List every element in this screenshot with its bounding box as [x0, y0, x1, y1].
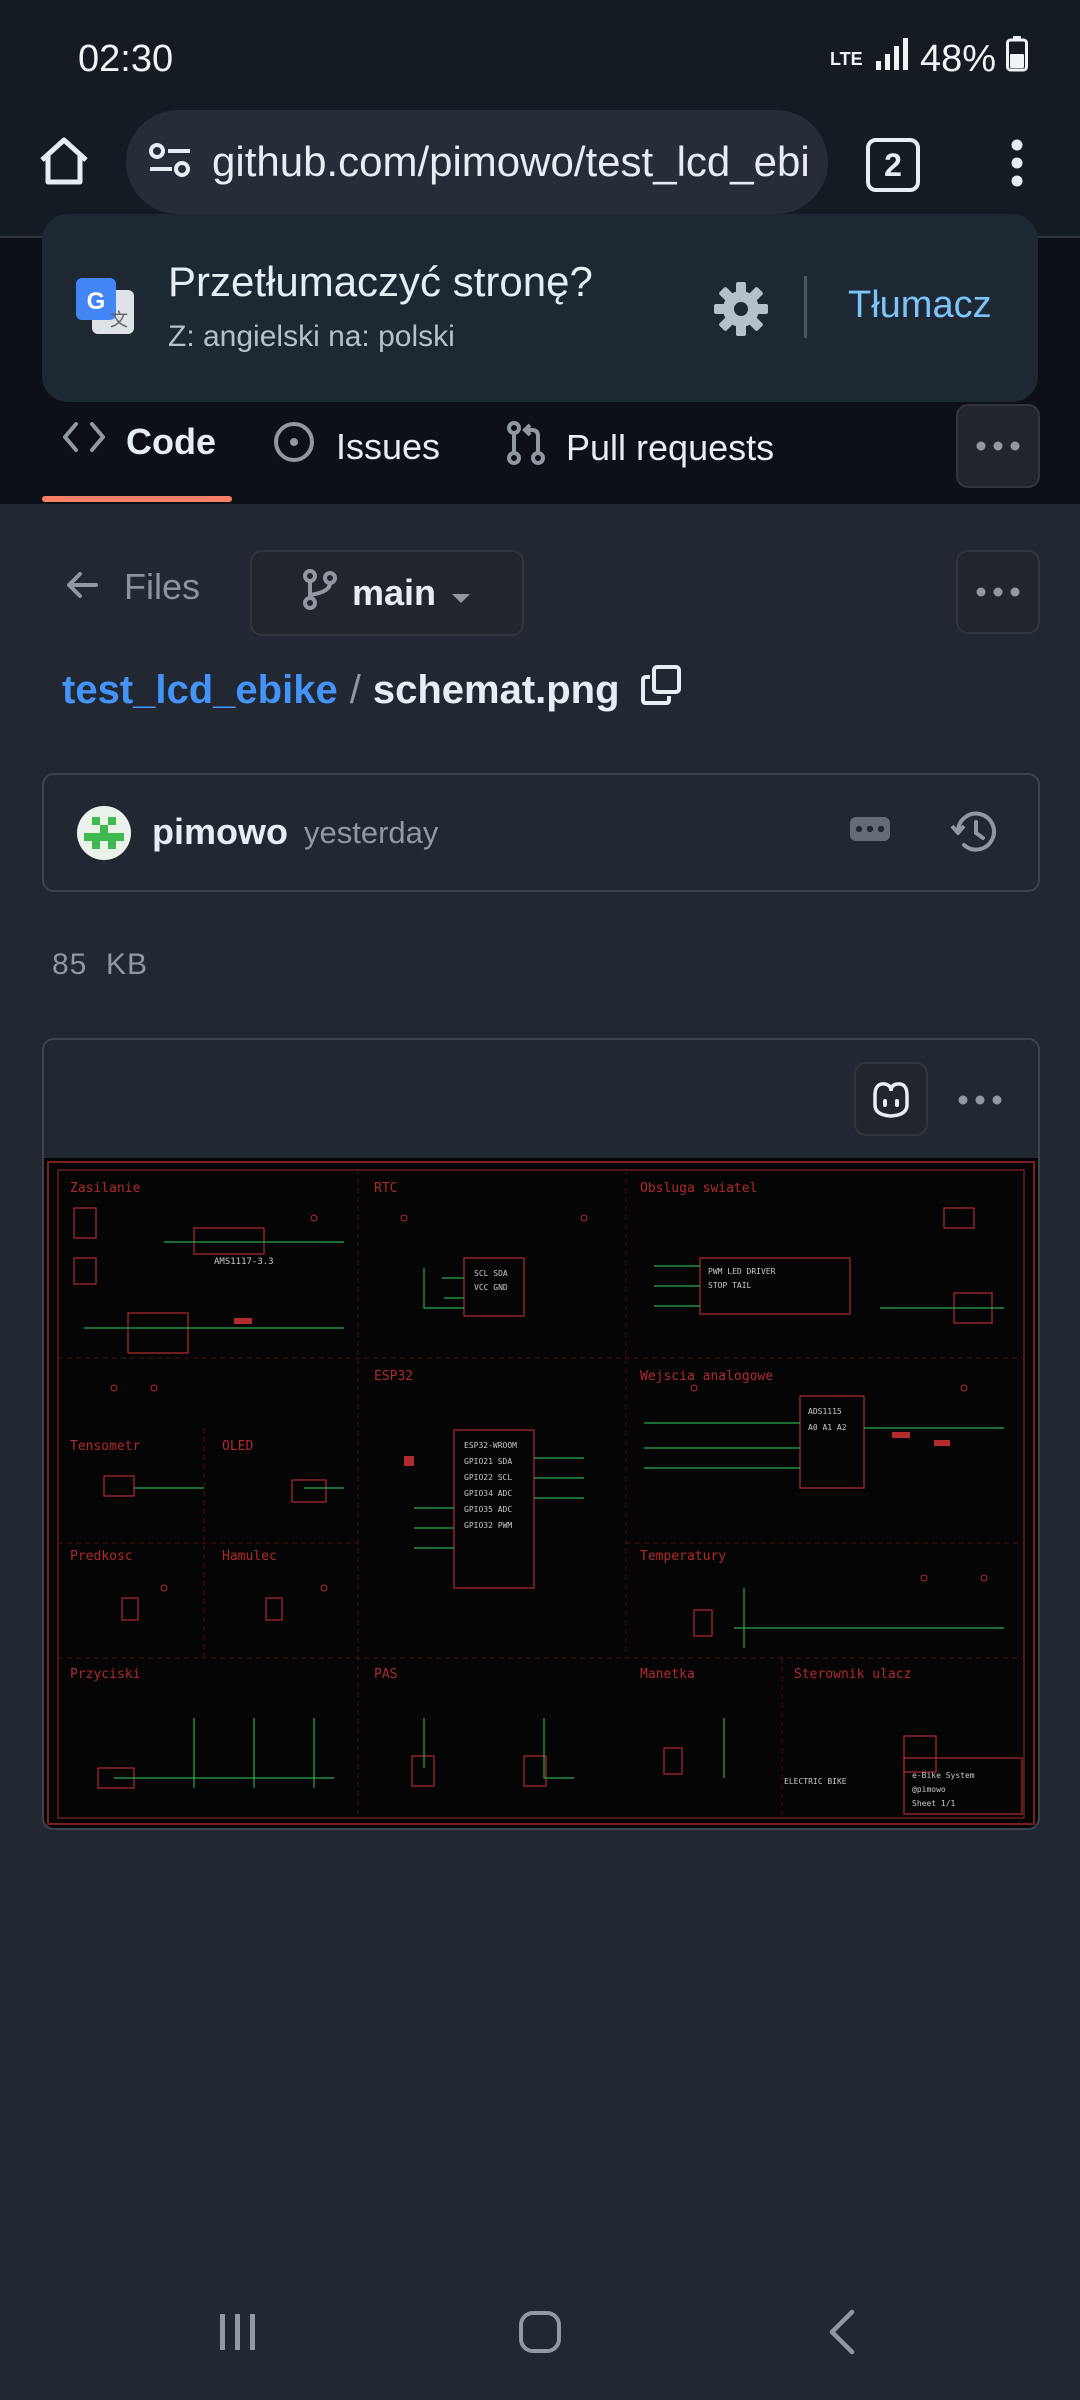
copilot-button[interactable]: [854, 1062, 928, 1136]
tab-switcher-button[interactable]: 2: [866, 138, 920, 192]
svg-text:文: 文: [110, 310, 128, 331]
address-bar[interactable]: github.com/pimowo/test_lcd_ebike: [126, 110, 828, 214]
signal-icon: [874, 37, 910, 81]
files-label: Files: [124, 566, 201, 607]
svg-text:Sheet 1/1: Sheet 1/1: [912, 1799, 956, 1808]
schematic-label-hamulec: Hamulec: [222, 1549, 277, 1564]
svg-text:STOP TAIL: STOP TAIL: [708, 1281, 752, 1290]
network-type: LTE: [829, 49, 863, 69]
files-back-link[interactable]: Files: [66, 566, 200, 608]
status-time: 02:30: [78, 38, 174, 80]
svg-text:PWM LED DRIVER: PWM LED DRIVER: [708, 1267, 776, 1276]
translate-divider: [804, 276, 807, 338]
svg-text:ADS1115: ADS1115: [808, 1407, 842, 1416]
more-vert-icon[interactable]: [1010, 138, 1024, 193]
breadcrumb-separator: /: [349, 667, 361, 712]
commit-time: yesterday: [304, 815, 439, 850]
file-size: 85 KB: [52, 948, 149, 981]
svg-text:GPIO32 PWM: GPIO32 PWM: [464, 1521, 512, 1530]
more-horizontal-icon: [976, 587, 1020, 597]
schematic-label-manetka: Manetka: [640, 1667, 695, 1682]
schematic-label-sterownik: Sterownik ulacz: [794, 1667, 911, 1682]
file-more-button[interactable]: [956, 550, 1040, 634]
schematic-label-swiatla: Obsluga swiatel: [640, 1181, 757, 1196]
battery-percent: 48%: [919, 37, 996, 80]
tab-code[interactable]: Code: [62, 420, 216, 463]
home-button-icon[interactable]: [518, 2310, 562, 2359]
avatar[interactable]: [76, 805, 132, 866]
issues-icon: [272, 420, 316, 473]
schematic-label-analogowe: Wejscia analogowe: [640, 1369, 773, 1384]
schematic-label-zasilanie: Zasilanie: [70, 1181, 141, 1196]
schematic-label-rtc: RTC: [374, 1181, 397, 1196]
svg-text:ESP32-WROOM: ESP32-WROOM: [464, 1441, 517, 1450]
arrow-left-icon: [66, 566, 98, 608]
schematic-label-predkosc: Predkosc: [70, 1549, 133, 1564]
svg-text:@pimowo: @pimowo: [912, 1785, 946, 1794]
schematic-label-esp32: ESP32: [374, 1369, 413, 1384]
branch-select-button[interactable]: main: [250, 550, 524, 636]
schematic-label-pas: PAS: [374, 1667, 397, 1682]
svg-text:SCL SDA: SCL SDA: [474, 1269, 508, 1278]
tab-pull-requests-label: Pull requests: [566, 426, 775, 468]
google-translate-icon: G文: [74, 276, 136, 343]
history-icon[interactable]: [950, 809, 998, 860]
copilot-icon: [873, 1082, 909, 1118]
branch-icon: [302, 568, 338, 619]
svg-text:VCC GND: VCC GND: [474, 1283, 508, 1292]
branch-name: main: [351, 572, 437, 613]
breadcrumb-file: schemat.png: [372, 667, 620, 712]
active-tab-indicator: [42, 496, 232, 502]
viewer-header: [44, 1040, 1038, 1160]
schematic-label-przyciski: Przyciski: [70, 1667, 140, 1682]
latest-commit-box: pimowo yesterday: [42, 773, 1040, 892]
more-horizontal-icon: [976, 441, 1020, 451]
pull-request-icon: [506, 420, 546, 475]
status-indicators: LTE 48%: [830, 36, 1028, 82]
svg-text:GPIO21 SDA: GPIO21 SDA: [464, 1457, 512, 1466]
image-viewer: Zasilanie RTC Obsluga swiatel ESP32 Wejs…: [42, 1038, 1040, 1830]
repo-nav: Code Issues Pull requests: [0, 400, 1080, 506]
schematic-label-oled: OLED: [222, 1439, 253, 1454]
translate-title: Przetłumaczyć stronę?: [168, 258, 593, 305]
schematic-label-temperatury: Temperatury: [640, 1549, 726, 1564]
recent-apps-icon[interactable]: [216, 2312, 260, 2357]
svg-text:GPIO35 ADC: GPIO35 ADC: [464, 1505, 512, 1514]
schematic-label-tensometr: Tensometr: [70, 1439, 141, 1454]
schematic-image: Zasilanie RTC Obsluga swiatel ESP32 Wejs…: [44, 1158, 1038, 1828]
translate-popup: G文 Przetłumaczyć stronę? Z: angielski na…: [42, 214, 1038, 402]
home-icon[interactable]: [38, 136, 90, 191]
commit-author[interactable]: pimowo: [152, 811, 288, 853]
svg-text:GPIO34 ADC: GPIO34 ADC: [464, 1489, 512, 1498]
svg-text:A0 A1 A2: A0 A1 A2: [808, 1423, 847, 1432]
svg-text:e-Bike System: e-Bike System: [912, 1771, 975, 1780]
breadcrumb-repo-link[interactable]: test_lcd_ebike: [62, 668, 338, 713]
tab-issues[interactable]: Issues: [272, 420, 440, 473]
breadcrumb: test_lcd_ebike / schemat.png: [62, 664, 682, 716]
caret-down-icon: [450, 572, 472, 614]
commit-message-toggle[interactable]: [850, 817, 890, 841]
viewer-more-icon[interactable]: [958, 1092, 1002, 1110]
svg-text:ELECTRIC BIKE: ELECTRIC BIKE: [784, 1777, 847, 1786]
schematic-regulator-label: AMS1117-3.3: [214, 1257, 274, 1267]
translate-button[interactable]: Tłumacz: [848, 284, 992, 327]
battery-icon: [1006, 36, 1028, 82]
url-text[interactable]: github.com/pimowo/test_lcd_ebike: [212, 138, 812, 186]
translate-subtitle: Z: angielski na: polski: [168, 320, 455, 353]
tab-issues-label: Issues: [336, 425, 441, 467]
gear-icon[interactable]: [712, 280, 770, 343]
site-settings-icon[interactable]: [148, 140, 192, 185]
svg-text:GPIO22 SCL: GPIO22 SCL: [464, 1473, 512, 1482]
copy-path-icon[interactable]: [640, 664, 682, 716]
system-nav-bar: [0, 2260, 1080, 2400]
tab-code-label: Code: [126, 420, 216, 462]
repo-nav-more-button[interactable]: [956, 404, 1040, 488]
more-horizontal-icon: [855, 825, 885, 833]
tab-pull-requests[interactable]: Pull requests: [506, 420, 774, 475]
svg-text:G: G: [87, 288, 106, 315]
back-button-icon[interactable]: [826, 2308, 856, 2361]
code-icon: [62, 420, 106, 463]
